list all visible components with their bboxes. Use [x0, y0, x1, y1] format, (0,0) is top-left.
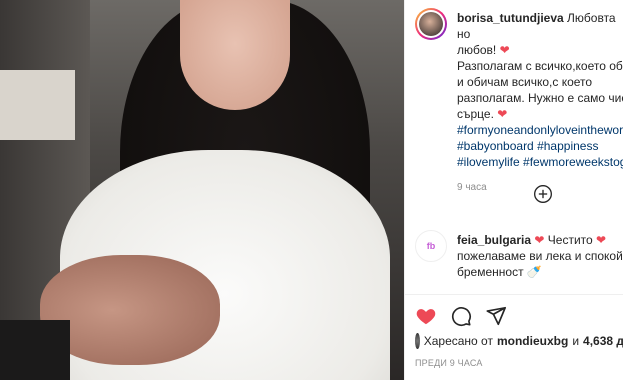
likes-and: и [572, 334, 580, 348]
caption-line: Разполагам с всичко,което оби [457, 59, 623, 73]
comment-text: бременност [457, 265, 524, 279]
heart-emoji-icon: ❤ [497, 107, 508, 121]
share-icon[interactable] [485, 305, 507, 327]
heart-emoji-icon: ❤ [499, 43, 510, 57]
comment-icon[interactable] [450, 305, 472, 327]
comment: feia_bulgaria ❤ Честито ❤ пожелаваме ви … [457, 232, 623, 280]
photo-sleeve [0, 320, 70, 380]
photo-face [180, 0, 290, 110]
avatar: fb [415, 230, 447, 262]
post-caption: borisa_tutundjieva Любовта но любов! ❤ Р… [457, 10, 623, 196]
feia-logo-icon: fb [426, 241, 436, 251]
post-side-panel: borisa_tutundjieva Любовта но любов! ❤ Р… [404, 0, 623, 380]
heart-icon[interactable] [415, 305, 437, 327]
heart-emoji-icon: ❤ [534, 233, 545, 247]
post-photo[interactable] [0, 0, 404, 380]
post-timestamp: ПРЕДИ 9 ЧАСА [415, 358, 483, 368]
likes-prefix: Харесано от [423, 334, 493, 348]
post-actions [415, 302, 507, 330]
caption-line: сърце. [457, 107, 494, 121]
background-table [0, 70, 75, 140]
likes-summary: Харесано от mondieuxbg и 4,638 д [415, 333, 623, 349]
hashtag-link[interactable]: #ilovemylife [457, 155, 520, 169]
plus-circle-icon [534, 185, 552, 203]
hashtag-link[interactable]: #happiness [537, 139, 598, 153]
comment-avatar[interactable]: fb [415, 230, 447, 262]
likes-count-link[interactable]: 4,638 д [583, 333, 623, 349]
avatar [419, 12, 443, 36]
caption-line: любов! [457, 43, 497, 57]
hashtag-link[interactable]: #fewmoreweekstog [523, 155, 623, 169]
likes-user-link[interactable]: mondieuxbg [497, 333, 568, 349]
hashtag-link[interactable]: #babyonboard [457, 139, 534, 153]
heart-emoji-icon: ❤ [596, 233, 607, 247]
baby-bottle-emoji-icon: 🍼 [526, 265, 542, 279]
divider [405, 294, 623, 295]
caption-line: разполагам. Нужно е само чис [457, 91, 623, 105]
caption-username[interactable]: borisa_tutundjieva [457, 11, 564, 25]
comment-text: пожелаваме ви лека и спокойн [457, 249, 623, 263]
hashtag-link[interactable]: #formyoneandonlyloveinthewor [457, 122, 623, 138]
caption-avatar[interactable] [415, 8, 447, 40]
comment-username[interactable]: feia_bulgaria [457, 233, 531, 247]
comment-text: Честито [547, 233, 593, 247]
avatar [415, 333, 420, 349]
load-more-comments-button[interactable] [533, 184, 553, 209]
caption-line: и обичам всичко,с което [457, 75, 593, 89]
